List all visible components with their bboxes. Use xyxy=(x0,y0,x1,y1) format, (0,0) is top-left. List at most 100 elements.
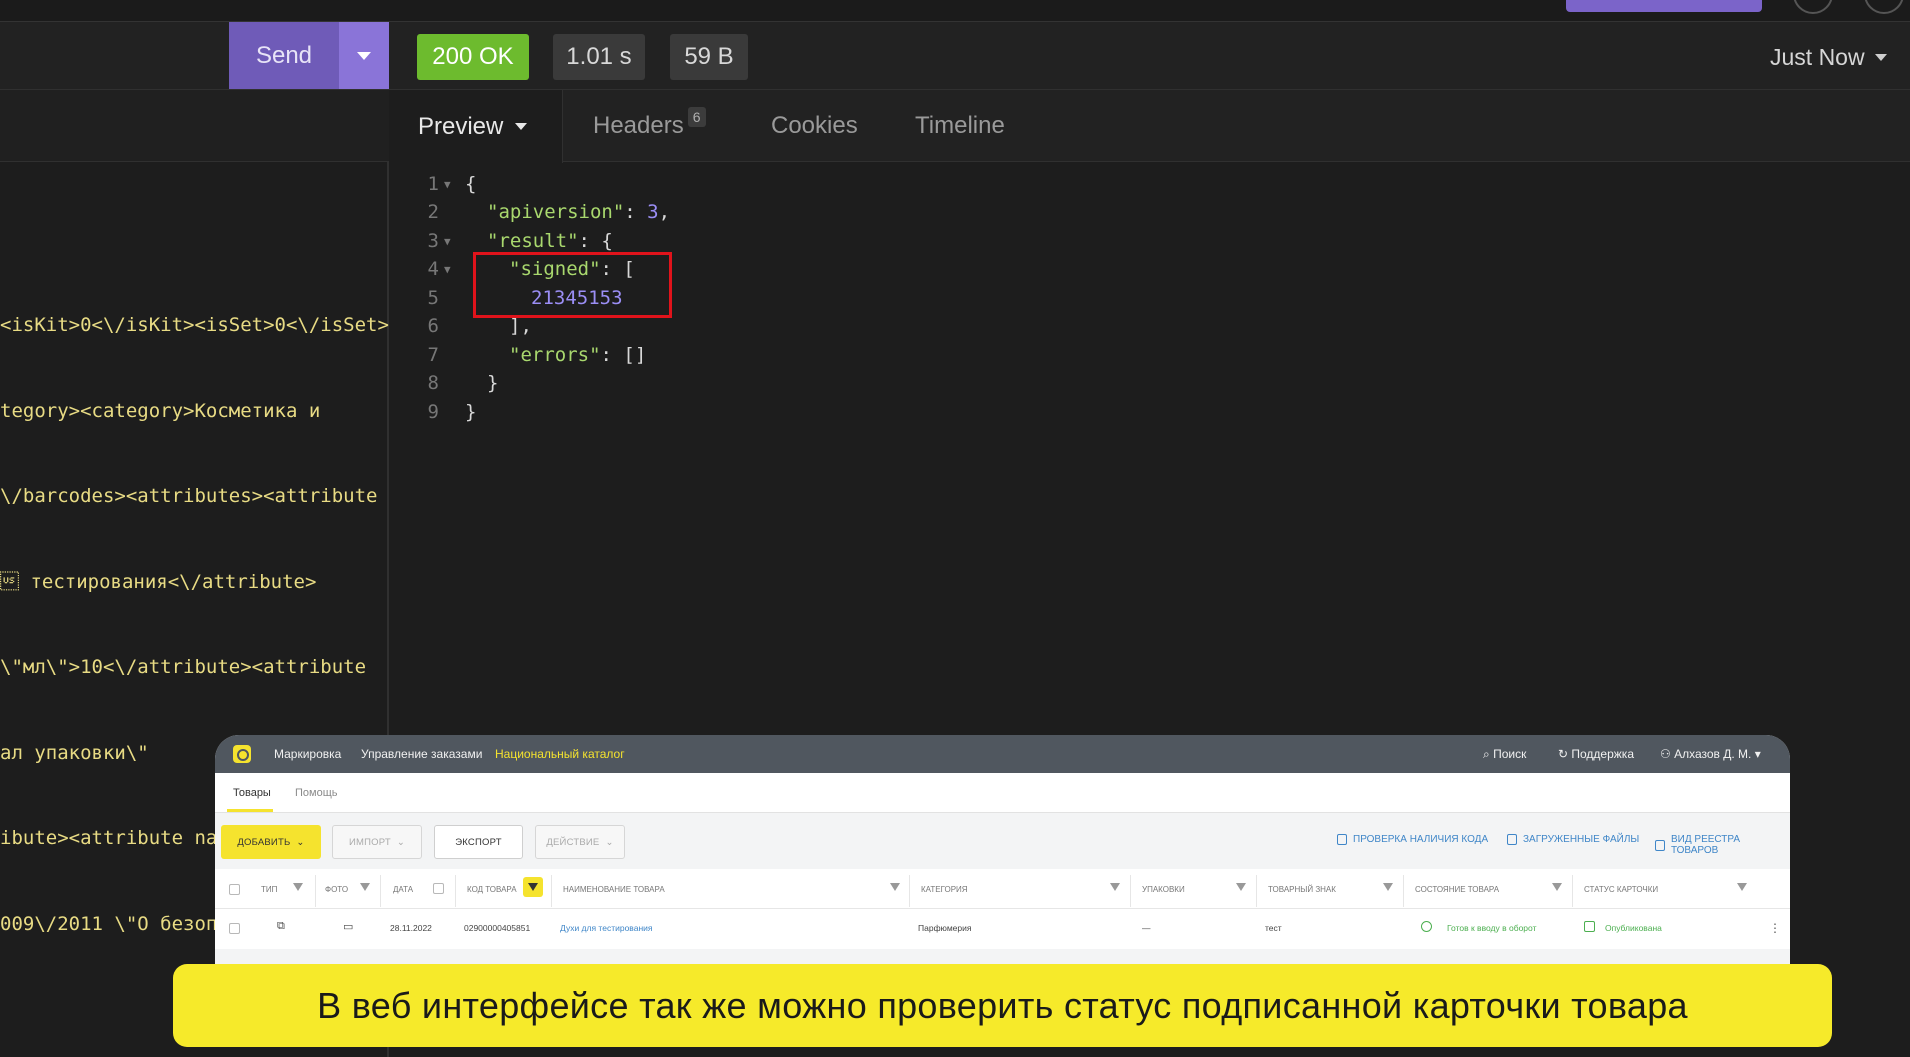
document-icon xyxy=(1337,834,1347,845)
fold-icon[interactable]: ▼ xyxy=(444,178,451,191)
nav-item-catalog[interactable]: Национальный каталог xyxy=(495,747,625,761)
table-row[interactable]: ⧉ ▭ 28.11.2022 02900000405851 Духи для т… xyxy=(215,909,1790,949)
fold-icon[interactable]: ▼ xyxy=(444,235,451,248)
json-close-brace: } xyxy=(465,401,477,423)
import-button[interactable]: ИМПОРТ ⌄ xyxy=(332,825,422,859)
column-header[interactable]: СТАТУС КАРТОЧКИ xyxy=(1584,885,1658,894)
column-header[interactable]: ТИП xyxy=(261,885,277,894)
send-button[interactable]: Send xyxy=(229,22,339,89)
import-label: ИМПОРТ xyxy=(348,836,391,848)
column-header[interactable]: КАТЕГОРИЯ xyxy=(921,885,968,894)
logo-icon[interactable] xyxy=(233,745,251,763)
check-code-label: ПРОВЕРКА НАЛИЧИЯ КОДА xyxy=(1353,834,1489,845)
filter-icon[interactable] xyxy=(1552,883,1562,891)
column-divider xyxy=(1572,875,1573,907)
column-divider xyxy=(1130,875,1131,907)
json-key: "result" xyxy=(487,230,579,252)
json-open-brace: { xyxy=(465,173,477,195)
column-header[interactable]: ФОТО xyxy=(325,885,348,894)
add-button[interactable]: ДОБАВИТЬ ⌄ xyxy=(221,825,321,859)
headers-count-badge: 6 xyxy=(687,107,706,127)
row-checkbox[interactable] xyxy=(229,923,240,934)
nav-item-orders[interactable]: Управление заказами xyxy=(361,747,482,761)
cell-state: Готов к вводу в оборот xyxy=(1447,923,1537,933)
top-circle-icon[interactable] xyxy=(1864,0,1904,14)
chevron-down-icon xyxy=(1874,54,1887,61)
user-menu[interactable]: ⚇ Алхазов Д. М. ▾ xyxy=(1660,747,1761,761)
web-nav-bar: Маркировка Управление заказами Националь… xyxy=(215,735,1790,773)
uploaded-files-link[interactable]: ЗАГРУЖЕННЫЕ ФАЙЛЫ xyxy=(1507,834,1639,845)
column-header[interactable]: КОД ТОВАРА xyxy=(467,885,517,894)
column-header[interactable]: ТОВАРНЫЙ ЗНАК xyxy=(1268,885,1336,894)
calendar-icon[interactable] xyxy=(433,883,444,894)
table-header: ТИП ФОТО ДАТА КОД ТОВАРА НАИМЕНОВАНИЕ ТО… xyxy=(215,869,1790,909)
photo-icon: ▭ xyxy=(343,921,354,933)
filter-icon[interactable] xyxy=(890,883,900,891)
subtitle-caption: В веб интерфейсе так же можно проверить … xyxy=(173,964,1832,1047)
check-code-link[interactable]: ПРОВЕРКА НАЛИЧИЯ КОДА xyxy=(1337,834,1488,845)
response-size: 59 B xyxy=(670,34,748,80)
filter-active-icon[interactable] xyxy=(523,877,543,897)
tab-products[interactable]: Товары xyxy=(233,787,271,799)
cell-packaging: — xyxy=(1142,923,1151,933)
tab-help[interactable]: Помощь xyxy=(295,787,338,799)
search-label: Поиск xyxy=(1493,747,1527,761)
nav-item-marking[interactable]: Маркировка xyxy=(274,747,341,761)
top-circle-icon[interactable] xyxy=(1793,0,1833,14)
filter-icon[interactable] xyxy=(1383,883,1393,891)
row-menu-icon[interactable]: ⋮ xyxy=(1769,921,1781,935)
chevron-down-icon: ⌄ xyxy=(396,836,406,848)
code-line: tegory><category>Косметика и xyxy=(0,399,321,422)
cell-name-link[interactable]: Духи для тестирования xyxy=(560,923,653,933)
filter-icon[interactable] xyxy=(1110,883,1120,891)
filter-icon[interactable] xyxy=(1737,883,1747,891)
tab-timeline[interactable]: Timeline xyxy=(915,90,1005,162)
tab-headers[interactable]: Headers 6 xyxy=(593,90,706,162)
cell-trademark: тест xyxy=(1265,923,1282,933)
request-tabs xyxy=(0,90,389,162)
upload-icon xyxy=(1507,834,1517,845)
select-all-checkbox[interactable] xyxy=(229,884,240,895)
column-header[interactable]: НАИМЕНОВАНИЕ ТОВАРА xyxy=(563,885,665,894)
code-line: тестирования<\/attribute> xyxy=(0,570,317,593)
line-number: 6 xyxy=(427,315,439,337)
web-toolbar: ДОБАВИТЬ ⌄ ИМПОРТ ⌄ ЭКСПОРТ ДЕЙСТВИЕ ⌄ ПРОВ… xyxy=(215,813,1790,869)
export-button[interactable]: ЭКСПОРТ xyxy=(434,825,523,859)
user-name: Алхазов Д. М. xyxy=(1674,747,1752,761)
tab-preview[interactable]: Preview xyxy=(391,90,563,163)
registry-view-link[interactable]: ВИД РЕЕСТРА ТОВАРОВ xyxy=(1655,834,1790,856)
search-link[interactable]: ⌕ Поиск xyxy=(1483,747,1526,762)
json-key: "apiversion" xyxy=(487,201,625,223)
uploaded-files-label: ЗАГРУЖЕННЫЕ ФАЙЛЫ xyxy=(1523,834,1640,845)
support-label: Поддержка xyxy=(1571,747,1634,761)
column-divider xyxy=(1403,875,1404,907)
tab-headers-label: Headers xyxy=(593,112,684,139)
filter-icon[interactable] xyxy=(360,883,370,891)
top-action-button[interactable] xyxy=(1566,0,1762,12)
send-options-button[interactable] xyxy=(339,22,389,89)
json-close-brace: } xyxy=(487,372,499,394)
grid-icon xyxy=(1655,839,1665,851)
line-number: 4 xyxy=(427,258,439,280)
filter-icon[interactable] xyxy=(1236,883,1246,891)
code-line: \"мл\">10<\/attribute><attribute xyxy=(0,656,367,678)
column-divider xyxy=(909,875,910,907)
column-divider xyxy=(551,875,552,907)
tab-cookies[interactable]: Cookies xyxy=(771,90,858,162)
chevron-down-icon xyxy=(357,51,371,60)
history-dropdown[interactable]: Just Now xyxy=(1770,44,1887,71)
fold-icon[interactable]: ▼ xyxy=(444,263,451,276)
web-interface-screenshot: Маркировка Управление заказами Националь… xyxy=(215,735,1790,965)
column-header[interactable]: СОСТОЯНИЕ ТОВАРА xyxy=(1415,885,1499,894)
chevron-down-icon: ⌄ xyxy=(605,836,614,848)
active-tab-indicator xyxy=(227,809,273,812)
support-link[interactable]: ↻ Поддержка xyxy=(1558,747,1634,761)
add-label: ДОБАВИТЬ xyxy=(237,836,291,848)
column-header[interactable]: УПАКОВКИ xyxy=(1142,885,1185,894)
action-button[interactable]: ДЕЙСТВИЕ ⌄ xyxy=(535,825,625,859)
json-empty-array: [] xyxy=(623,344,647,366)
column-header[interactable]: ДАТА xyxy=(393,885,413,894)
filter-icon[interactable] xyxy=(293,883,303,891)
line-number: 5 xyxy=(427,287,439,309)
line-number: 2 xyxy=(427,201,439,223)
